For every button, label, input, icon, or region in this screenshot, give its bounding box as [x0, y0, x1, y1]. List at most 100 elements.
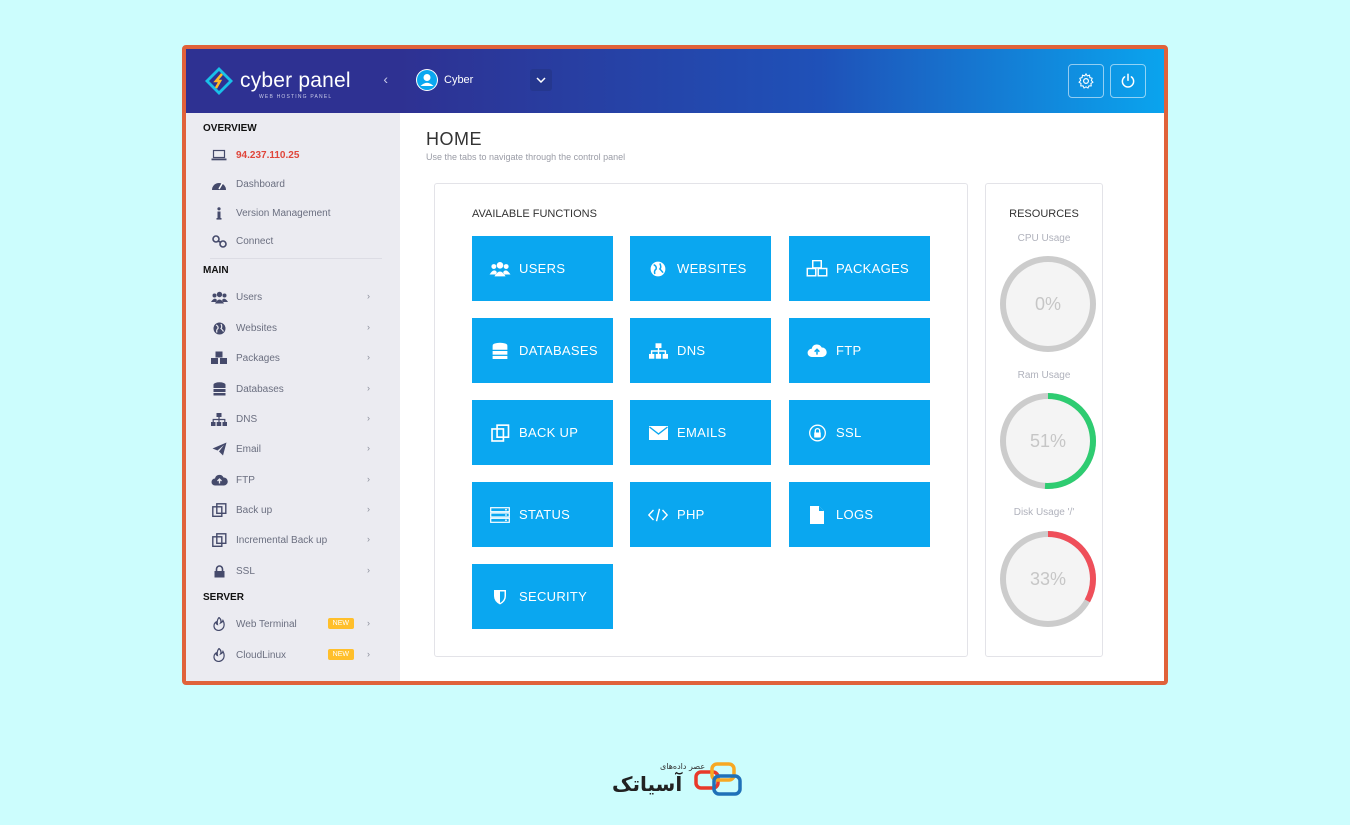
- power-icon: [1121, 73, 1135, 88]
- database-icon: [210, 382, 228, 396]
- user-dropdown-button[interactable]: [530, 69, 552, 91]
- sidebar-item-version-management[interactable]: Version Management: [210, 203, 376, 223]
- collapse-sidebar-icon[interactable]: ‹: [383, 71, 388, 87]
- tile-label: STATUS: [519, 507, 571, 522]
- new-badge: NEW: [327, 618, 354, 629]
- cloud-upload-icon: [210, 473, 228, 487]
- database-icon: [489, 341, 511, 361]
- chevron-right-icon: ›: [367, 565, 370, 575]
- chevron-right-icon: ›: [367, 443, 370, 453]
- users-icon: [489, 259, 511, 279]
- settings-button[interactable]: [1068, 64, 1104, 98]
- sidebar-item-users[interactable]: Users ›: [210, 287, 376, 307]
- page-subtitle: Use the tabs to navigate through the con…: [426, 152, 626, 162]
- tile-label: SECURITY: [519, 589, 588, 604]
- copy-icon: [489, 423, 511, 443]
- laptop-icon: [210, 148, 228, 162]
- cloud-upload-icon: [806, 341, 828, 361]
- emails-tile[interactable]: EMAILS: [630, 400, 771, 465]
- sidebar-item-label: Websites: [236, 322, 277, 334]
- globe-icon: [647, 259, 669, 279]
- sidebar-item-label: Back up: [236, 504, 273, 516]
- copy-icon: [210, 503, 228, 517]
- brand[interactable]: cyber panel WEB HOSTING PANEL ‹: [186, 49, 400, 113]
- databases-tile[interactable]: DATABASES: [472, 318, 613, 383]
- sidebar-item-connect[interactable]: Connect: [210, 231, 376, 251]
- sitemap-icon: [647, 341, 669, 361]
- available-functions-panel: AVAILABLE FUNCTIONS USERS WEBSITES PACKA…: [434, 183, 968, 657]
- username: Cyber: [444, 74, 474, 86]
- chevron-right-icon: ›: [367, 383, 370, 393]
- users-tile[interactable]: USERS: [472, 236, 613, 301]
- app-window: cyber panel WEB HOSTING PANEL ‹ Cyber OV…: [182, 45, 1168, 685]
- packages-tile[interactable]: PACKAGES: [789, 236, 930, 301]
- websites-tile[interactable]: WEBSITES: [630, 236, 771, 301]
- chevron-right-icon: ›: [367, 322, 370, 332]
- sidebar-section-server: SERVER: [203, 592, 244, 603]
- ftp-tile[interactable]: FTP: [789, 318, 930, 383]
- sidebar-item-back-up[interactable]: Back up ›: [210, 500, 376, 520]
- sidebar-item-incremental-back-up[interactable]: Incremental Back up ›: [210, 530, 376, 550]
- status-tile[interactable]: STATUS: [472, 482, 613, 547]
- ssl-tile[interactable]: SSL: [789, 400, 930, 465]
- disk-usage-gauge: 33%: [1000, 531, 1096, 627]
- sidebar-item-ip[interactable]: 94.237.110.25: [210, 145, 376, 165]
- brand-tagline: WEB HOSTING PANEL: [259, 94, 333, 100]
- sidebar-section-main: MAIN: [203, 265, 229, 276]
- chevron-right-icon: ›: [367, 352, 370, 362]
- page-title: HOME: [426, 129, 482, 149]
- fire-icon: [210, 648, 228, 662]
- tile-label: PHP: [677, 507, 705, 522]
- sidebar-item-ssl[interactable]: SSL ›: [210, 561, 376, 581]
- dns-tile[interactable]: DNS: [630, 318, 771, 383]
- chevron-down-icon: [536, 77, 546, 83]
- top-bar: Cyber: [400, 49, 1164, 113]
- sidebar-item-websites[interactable]: Websites ›: [210, 318, 376, 338]
- sidebar: OVERVIEW 94.237.110.25 Dashboard Version…: [186, 113, 400, 681]
- chevron-right-icon: ›: [367, 618, 370, 628]
- security-tile[interactable]: SECURITY: [472, 564, 613, 629]
- tile-label: USERS: [519, 261, 566, 276]
- chevron-right-icon: ›: [367, 504, 370, 514]
- sidebar-item-cloudlinux[interactable]: CloudLinux NEW ›: [210, 645, 376, 665]
- sidebar-item-label: Connect: [236, 235, 274, 247]
- sidebar-item-ftp[interactable]: FTP ›: [210, 470, 376, 490]
- sidebar-item-label: FTP: [236, 474, 255, 486]
- tile-label: PACKAGES: [836, 261, 909, 276]
- chevron-right-icon: ›: [367, 474, 370, 484]
- gear-icon: [1078, 72, 1094, 89]
- sidebar-item-web-terminal[interactable]: Web Terminal NEW ›: [210, 614, 376, 634]
- cubes-icon: [210, 351, 228, 365]
- sidebar-item-label: Databases: [236, 383, 284, 395]
- panel-title: AVAILABLE FUNCTIONS: [472, 208, 597, 220]
- sidebar-item-packages[interactable]: Packages ›: [210, 348, 376, 368]
- sidebar-item-label: Users: [236, 291, 263, 303]
- cubes-icon: [806, 259, 828, 279]
- sidebar-item-email[interactable]: Email ›: [210, 439, 376, 459]
- sidebar-item-databases[interactable]: Databases ›: [210, 379, 376, 399]
- lock-icon: [806, 423, 828, 443]
- sidebar-item-label: SSL: [236, 565, 255, 577]
- logout-button[interactable]: [1110, 64, 1146, 98]
- globe-icon: [210, 321, 228, 335]
- sidebar-item-label: Email: [236, 443, 262, 455]
- php-tile[interactable]: PHP: [630, 482, 771, 547]
- dashboard-icon: [210, 177, 228, 191]
- user-menu[interactable]: Cyber: [416, 69, 473, 91]
- sidebar-item-dashboard[interactable]: Dashboard: [210, 174, 376, 194]
- new-badge: NEW: [327, 649, 354, 660]
- lock-icon: [210, 564, 228, 578]
- user-avatar-icon: [417, 70, 437, 90]
- tile-label: DATABASES: [519, 343, 598, 358]
- avatar: [416, 69, 438, 91]
- back-up-tile[interactable]: BACK UP: [472, 400, 613, 465]
- tile-label: DNS: [677, 343, 706, 358]
- sidebar-item-dns[interactable]: DNS ›: [210, 409, 376, 429]
- logs-tile[interactable]: LOGS: [789, 482, 930, 547]
- sidebar-section-overview: OVERVIEW: [203, 123, 257, 134]
- sidebar-item-label: Incremental Back up: [236, 534, 328, 546]
- tile-label: FTP: [836, 343, 862, 358]
- file-icon: [806, 505, 828, 525]
- chevron-right-icon: ›: [367, 413, 370, 423]
- footer-brand-name: آسیاتک: [612, 772, 683, 796]
